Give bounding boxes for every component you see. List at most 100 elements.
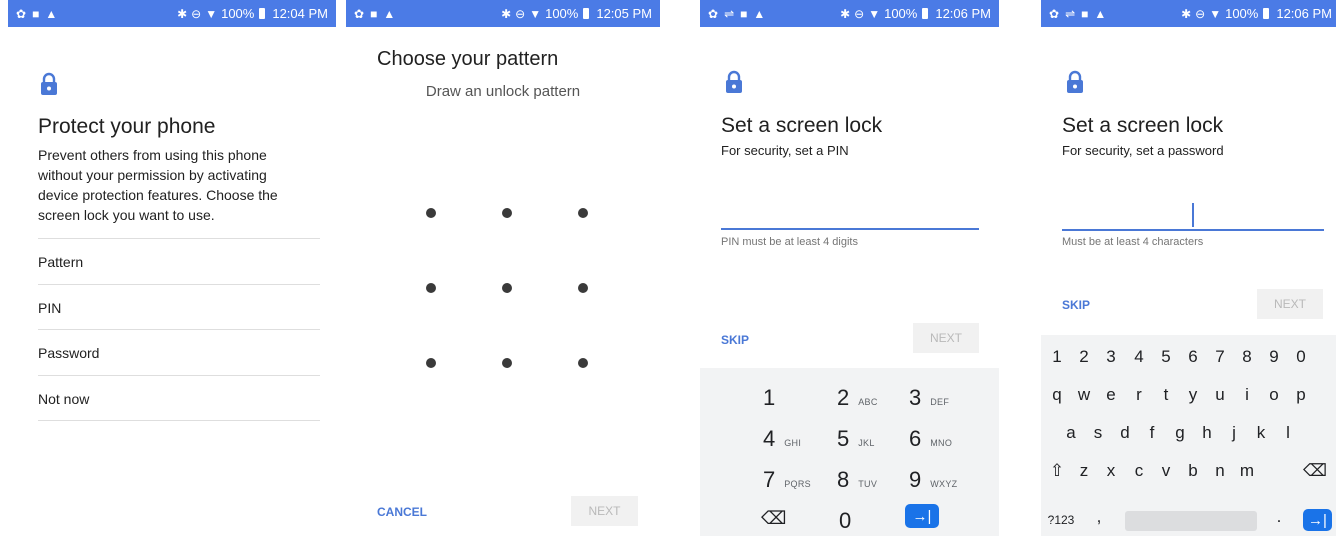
bluetooth-icon: ✱ xyxy=(501,6,512,21)
backspace-icon[interactable]: ⌫ xyxy=(761,508,786,529)
notification-icons: ✿ ■ ▲ xyxy=(16,0,57,27)
next-button[interactable]: NEXT xyxy=(571,496,638,526)
key-9[interactable]: 9 xyxy=(1262,347,1286,367)
android-icon: ▲ xyxy=(753,6,766,21)
key-d[interactable]: d xyxy=(1113,423,1137,443)
page-title: Protect your phone xyxy=(38,115,216,138)
key-a[interactable]: a xyxy=(1059,423,1083,443)
bluetooth-icon: ✱ xyxy=(840,6,851,21)
wifi-icon: ▼ xyxy=(205,6,218,21)
key-5[interactable]: 5 xyxy=(1154,347,1178,367)
key-8[interactable]: 8 TUV xyxy=(837,467,877,493)
key-j[interactable]: j xyxy=(1222,423,1246,443)
key-l[interactable]: l xyxy=(1276,423,1300,443)
key-4[interactable]: 4 xyxy=(1127,347,1151,367)
key-7[interactable]: 7 PQRS xyxy=(763,467,811,493)
key-2[interactable]: 2 ABC xyxy=(837,385,878,411)
pattern-dot[interactable] xyxy=(578,208,588,218)
dnd-icon: ⊖ xyxy=(515,6,526,21)
key-3[interactable]: 3 xyxy=(1099,347,1123,367)
numeric-keypad: 1 2 ABC 3 DEF 4 GHI 5 JKL 6 MNO 7 PQRS 8 TUV 9W… xyxy=(700,368,999,536)
image-icon: ■ xyxy=(740,6,748,21)
key-e[interactable]: e xyxy=(1099,385,1123,405)
pattern-dot[interactable] xyxy=(426,358,436,368)
clock: 12:05 PM xyxy=(596,6,652,21)
wifi-icon: ▼ xyxy=(1209,6,1222,21)
next-button[interactable]: NEXT xyxy=(1257,289,1323,319)
usb-icon: ⇌ xyxy=(724,6,735,21)
key-w[interactable]: w xyxy=(1072,385,1096,405)
key-u[interactable]: u xyxy=(1208,385,1232,405)
key-f[interactable]: f xyxy=(1140,423,1164,443)
comma-key[interactable]: , xyxy=(1087,507,1111,527)
period-key[interactable]: . xyxy=(1267,507,1291,527)
pattern-dot[interactable] xyxy=(502,208,512,218)
key-b[interactable]: b xyxy=(1181,461,1205,481)
pattern-dot[interactable] xyxy=(426,283,436,293)
key-k[interactable]: k xyxy=(1249,423,1273,443)
key-5[interactable]: 5 JKL xyxy=(837,426,875,452)
key-4[interactable]: 4 GHI xyxy=(763,426,801,452)
usb-icon: ⇌ xyxy=(1065,6,1076,21)
skip-button[interactable]: SKIP xyxy=(721,333,749,347)
key-o[interactable]: o xyxy=(1262,385,1286,405)
password-input[interactable] xyxy=(1062,229,1324,231)
lock-icon xyxy=(1067,70,1083,93)
key-i[interactable]: i xyxy=(1235,385,1259,405)
pattern-dot[interactable] xyxy=(578,358,588,368)
key-q[interactable]: q xyxy=(1045,385,1069,405)
key-s[interactable]: s xyxy=(1086,423,1110,443)
key-p[interactable]: p xyxy=(1289,385,1313,405)
android-icon: ▲ xyxy=(1094,6,1107,21)
battery-percent: 100% xyxy=(221,6,255,21)
option-not-now[interactable]: Not now xyxy=(38,391,89,407)
key-y[interactable]: y xyxy=(1181,385,1205,405)
shift-icon[interactable]: ⇧ xyxy=(1045,461,1069,481)
pattern-dot[interactable] xyxy=(578,283,588,293)
pattern-dot[interactable] xyxy=(426,208,436,218)
divider xyxy=(38,329,320,330)
divider xyxy=(38,284,320,285)
key-z[interactable]: z xyxy=(1072,461,1096,481)
key-1[interactable]: 1 xyxy=(1045,347,1069,367)
key-3[interactable]: 3 DEF xyxy=(909,385,949,411)
key-1[interactable]: 1 xyxy=(763,385,784,411)
key-t[interactable]: t xyxy=(1154,385,1178,405)
key-r[interactable]: r xyxy=(1127,385,1151,405)
key-v[interactable]: v xyxy=(1154,461,1178,481)
pin-input[interactable] xyxy=(721,228,979,230)
skip-button[interactable]: SKIP xyxy=(1062,298,1090,312)
option-password[interactable]: Password xyxy=(38,345,99,361)
key-n[interactable]: n xyxy=(1208,461,1232,481)
enter-key[interactable]: →| xyxy=(1303,509,1332,531)
next-button[interactable]: NEXT xyxy=(913,323,979,353)
key-9[interactable]: 9 WXYZ xyxy=(909,467,957,493)
key-0[interactable]: 0 xyxy=(839,508,851,534)
key-0[interactable]: 0 xyxy=(1289,347,1313,367)
key-h[interactable]: h xyxy=(1195,423,1219,443)
pattern-dot[interactable] xyxy=(502,358,512,368)
key-g[interactable]: g xyxy=(1168,423,1192,443)
battery-percent: 100% xyxy=(545,6,579,21)
key-2[interactable]: 2 xyxy=(1072,347,1096,367)
symbols-key[interactable]: ?123 xyxy=(1045,513,1077,527)
key-x[interactable]: x xyxy=(1099,461,1123,481)
backspace-icon[interactable]: ⌫ xyxy=(1303,461,1327,481)
space-bar[interactable] xyxy=(1125,511,1257,531)
bluetooth-icon: ✱ xyxy=(177,6,188,21)
option-pin[interactable]: PIN xyxy=(38,300,61,316)
option-pattern[interactable]: Pattern xyxy=(38,254,83,270)
cancel-button[interactable]: CANCEL xyxy=(377,505,427,519)
key-6[interactable]: 6 MNO xyxy=(909,426,952,452)
pattern-dot[interactable] xyxy=(502,283,512,293)
key-6[interactable]: 6 xyxy=(1181,347,1205,367)
system-icons: ✱ ⊖ ▼ 100% 12:06 PM xyxy=(1181,0,1332,27)
key-c[interactable]: c xyxy=(1127,461,1151,481)
enter-key[interactable]: →| xyxy=(905,504,939,528)
key-7[interactable]: 7 xyxy=(1208,347,1232,367)
notification-icons: ✿ ⇌ ■ ▲ xyxy=(1049,0,1106,27)
key-m[interactable]: m xyxy=(1235,461,1259,481)
gear-icon: ✿ xyxy=(354,6,365,21)
key-8[interactable]: 8 xyxy=(1235,347,1259,367)
battery-icon xyxy=(259,8,266,19)
